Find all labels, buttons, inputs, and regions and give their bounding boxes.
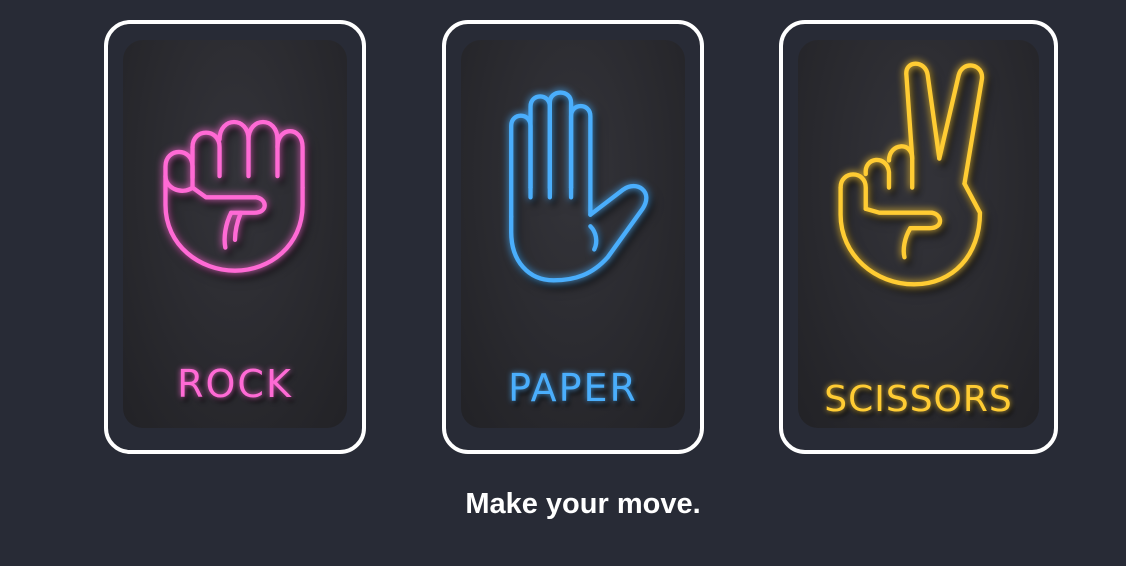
- rock-card-panel: ROCK: [123, 40, 347, 428]
- paper-card[interactable]: PAPER: [442, 20, 704, 454]
- paper-card-panel: PAPER: [461, 40, 685, 428]
- scissors-card[interactable]: SCISSORS: [779, 20, 1058, 454]
- game-stage: ROCK PAPER SCISSORS Make your move.: [0, 0, 1126, 566]
- scissors-card-panel: SCISSORS: [798, 40, 1039, 428]
- paper-label: PAPER: [508, 366, 638, 410]
- peace-sign-hand-icon: [838, 61, 985, 287]
- rock-label: ROCK: [177, 362, 293, 406]
- status-prompt: Make your move.: [465, 488, 701, 520]
- rock-card[interactable]: ROCK: [104, 20, 366, 454]
- scissors-label: SCISSORS: [824, 379, 1013, 420]
